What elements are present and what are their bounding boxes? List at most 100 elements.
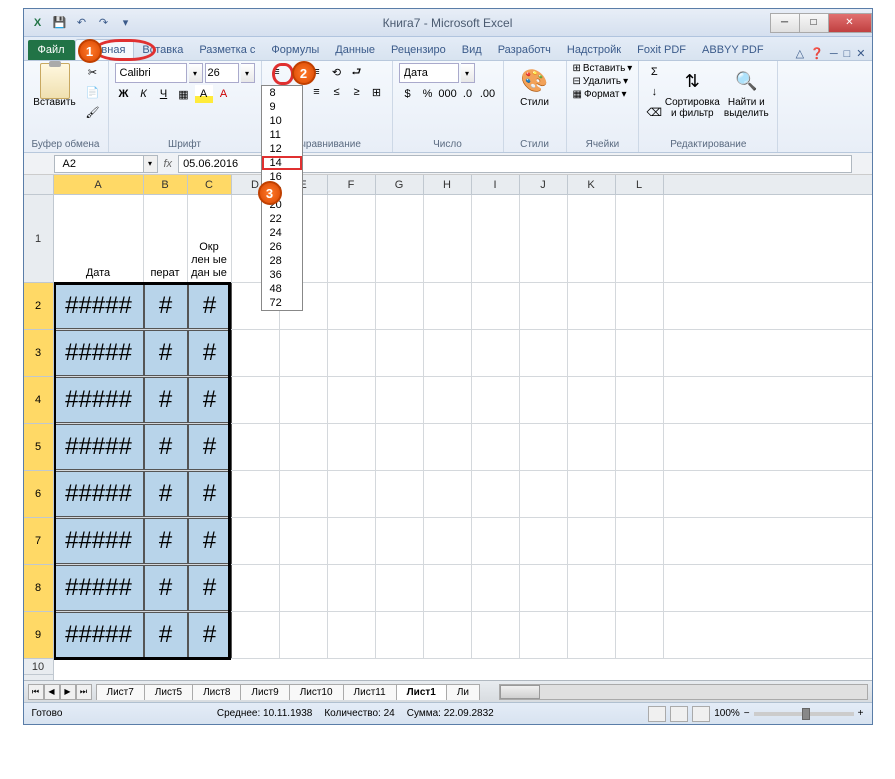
cell[interactable] (616, 612, 664, 658)
cell[interactable] (376, 195, 424, 282)
cell[interactable]: # (144, 565, 188, 611)
name-box-dropdown-icon[interactable]: ▾ (144, 155, 158, 173)
underline-button[interactable]: Ч (155, 85, 173, 103)
col-header-I[interactable]: I (472, 175, 520, 194)
font-size-option[interactable]: 72 (262, 296, 302, 310)
cell[interactable] (568, 424, 616, 470)
tab-view[interactable]: Вид (454, 40, 490, 60)
qat-customize-icon[interactable]: ▾ (116, 13, 136, 33)
cell[interactable] (328, 283, 376, 329)
cell[interactable] (280, 424, 328, 470)
cell[interactable] (472, 330, 520, 376)
cell[interactable]: # (188, 471, 232, 517)
sheet-tab[interactable]: Ли (446, 684, 480, 700)
view-pagebreak-button[interactable] (692, 706, 710, 722)
cell[interactable] (520, 330, 568, 376)
view-layout-button[interactable] (670, 706, 688, 722)
cell[interactable]: ##### (54, 424, 144, 470)
cell[interactable] (568, 195, 616, 282)
cell[interactable] (520, 612, 568, 658)
sheet-nav-next[interactable]: ▶ (60, 684, 76, 700)
insert-cells-button[interactable]: ⊞ Вставить ▾ (573, 63, 633, 74)
zoom-percent[interactable]: 100% (714, 708, 740, 719)
tab-foxit[interactable]: Foxit PDF (629, 40, 694, 60)
cell[interactable]: ##### (54, 283, 144, 329)
col-header-J[interactable]: J (520, 175, 568, 194)
tab-addins[interactable]: Надстройк (559, 40, 629, 60)
cell[interactable] (328, 518, 376, 564)
sheet-tab[interactable]: Лист5 (144, 684, 193, 700)
cell[interactable] (328, 424, 376, 470)
fill-color-button[interactable]: A (195, 85, 213, 103)
row-header-2[interactable]: 2 (24, 283, 53, 330)
cell[interactable] (616, 471, 664, 517)
tab-data[interactable]: Данные (327, 40, 383, 60)
sheet-nav-last[interactable]: ⏭ (76, 684, 92, 700)
font-size-option[interactable]: 28 (262, 254, 302, 268)
redo-button[interactable]: ↷ (94, 13, 114, 33)
currency-button[interactable]: $ (399, 85, 417, 103)
bold-button[interactable]: Ж (115, 85, 133, 103)
cell[interactable] (472, 612, 520, 658)
col-header-H[interactable]: H (424, 175, 472, 194)
cell[interactable] (328, 330, 376, 376)
col-header-K[interactable]: K (568, 175, 616, 194)
col-header-A[interactable]: A (54, 175, 144, 194)
tab-layout[interactable]: Разметка с (191, 40, 263, 60)
cell[interactable] (616, 195, 664, 282)
cell[interactable]: Окр лен ые дан ые (188, 195, 232, 282)
minimize-ribbon-icon[interactable]: △ (796, 47, 804, 60)
tab-formulas[interactable]: Формулы (263, 40, 327, 60)
sheet-tab[interactable]: Лист10 (289, 684, 344, 700)
row-header-1[interactable]: 1 (24, 195, 53, 283)
wrap-text-button[interactable]: ⮐ (348, 63, 366, 81)
cell[interactable] (376, 612, 424, 658)
zoom-out-button[interactable]: − (744, 708, 750, 719)
cell[interactable]: # (188, 565, 232, 611)
font-size-option[interactable]: 24 (262, 226, 302, 240)
cell[interactable] (328, 195, 376, 282)
orientation-button[interactable]: ⟲ (328, 63, 346, 81)
cell[interactable]: ##### (54, 565, 144, 611)
cell[interactable]: перат (144, 195, 188, 282)
cell[interactable] (424, 283, 472, 329)
cell[interactable] (280, 471, 328, 517)
cell[interactable] (568, 330, 616, 376)
cell[interactable]: # (188, 518, 232, 564)
decrease-indent-button[interactable]: ≤ (328, 83, 346, 101)
cell[interactable] (616, 283, 664, 329)
font-size-option[interactable]: 22 (262, 212, 302, 226)
maximize-button[interactable]: □ (799, 13, 829, 33)
cell[interactable] (376, 424, 424, 470)
row-header-7[interactable]: 7 (24, 518, 53, 565)
sheet-nav-first[interactable]: ⏮ (28, 684, 44, 700)
cell[interactable]: # (144, 424, 188, 470)
cell[interactable] (520, 424, 568, 470)
doc-close-icon[interactable]: ✕ (856, 47, 865, 60)
undo-button[interactable]: ↶ (72, 13, 92, 33)
tab-abbyy[interactable]: ABBYY PDF (694, 40, 772, 60)
cell[interactable]: # (144, 283, 188, 329)
cut-button[interactable]: ✂ (84, 63, 102, 81)
row-header-5[interactable]: 5 (24, 424, 53, 471)
cell[interactable] (376, 330, 424, 376)
row-header-4[interactable]: 4 (24, 377, 53, 424)
number-format-dropdown[interactable] (399, 63, 459, 83)
merge-button[interactable]: ⊞ (368, 83, 386, 101)
zoom-in-button[interactable]: + (858, 708, 864, 719)
cell[interactable]: # (188, 330, 232, 376)
format-painter-button[interactable]: 🖌 (84, 103, 102, 121)
name-box[interactable]: A2 (54, 155, 144, 173)
save-button[interactable]: 💾 (50, 13, 70, 33)
col-header-C[interactable]: C (188, 175, 232, 194)
font-color-button[interactable]: A (215, 85, 233, 103)
sheet-nav-prev[interactable]: ◀ (44, 684, 60, 700)
cell[interactable] (232, 377, 280, 423)
cell[interactable] (232, 612, 280, 658)
cell[interactable] (520, 283, 568, 329)
row-header-8[interactable]: 8 (24, 565, 53, 612)
font-size-dropdown-button[interactable]: ▾ (241, 63, 255, 83)
cell[interactable] (472, 471, 520, 517)
cell[interactable] (280, 565, 328, 611)
clear-button[interactable]: ⌫ (645, 103, 663, 121)
